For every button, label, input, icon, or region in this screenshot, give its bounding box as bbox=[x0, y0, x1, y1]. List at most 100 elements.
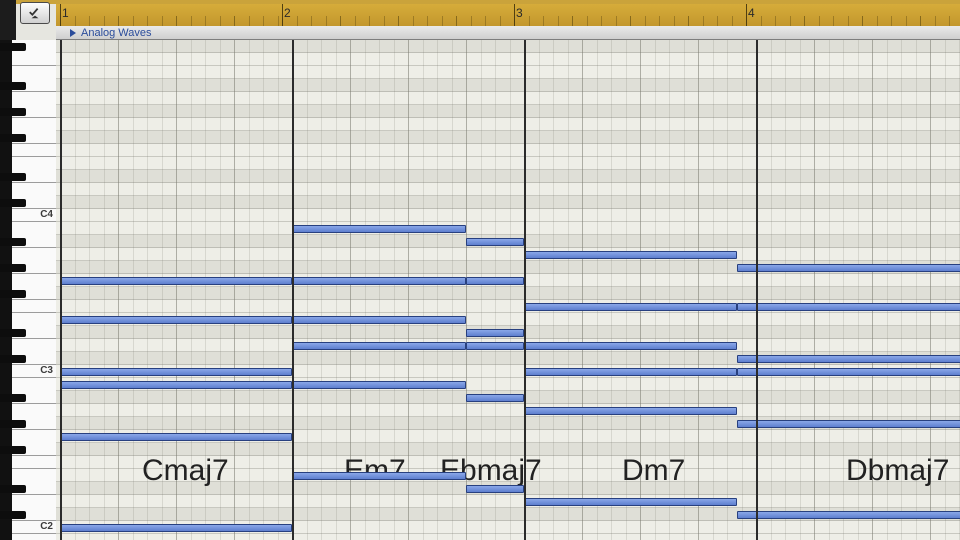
midi-note[interactable] bbox=[60, 524, 292, 532]
black-key[interactable] bbox=[0, 394, 26, 402]
grid-row bbox=[56, 118, 960, 131]
gridline bbox=[785, 40, 786, 540]
black-key[interactable] bbox=[0, 173, 26, 181]
gridline bbox=[118, 40, 119, 540]
piano-roll-grid[interactable]: Cmaj7Em7Ebmaj7Dm7Dbmaj7 bbox=[56, 40, 960, 540]
black-key[interactable] bbox=[0, 108, 26, 116]
black-key[interactable] bbox=[0, 264, 26, 272]
midi-note[interactable] bbox=[466, 238, 524, 246]
midi-note[interactable] bbox=[737, 511, 960, 519]
grid-row bbox=[56, 157, 960, 170]
gridline bbox=[698, 40, 699, 540]
white-key[interactable] bbox=[12, 53, 56, 66]
barline bbox=[524, 40, 526, 540]
gridline bbox=[408, 40, 409, 540]
midi-note[interactable] bbox=[292, 472, 466, 480]
barline bbox=[60, 40, 62, 540]
midi-note[interactable] bbox=[524, 251, 737, 259]
black-key[interactable] bbox=[0, 199, 26, 207]
grid-row bbox=[56, 66, 960, 79]
midi-note[interactable] bbox=[737, 420, 960, 428]
track-header[interactable]: Analog Waves bbox=[56, 26, 960, 40]
corner-dark bbox=[0, 0, 16, 40]
black-key[interactable] bbox=[0, 355, 26, 363]
midi-note[interactable] bbox=[60, 368, 292, 376]
midi-note[interactable] bbox=[60, 316, 292, 324]
midi-note[interactable] bbox=[292, 381, 466, 389]
gridline bbox=[234, 40, 235, 540]
midi-note[interactable] bbox=[737, 303, 960, 311]
grid-row bbox=[56, 92, 960, 105]
midi-note[interactable] bbox=[466, 342, 524, 350]
midi-note[interactable] bbox=[524, 407, 737, 415]
piano-keyboard[interactable]: C4C3C2C1 bbox=[0, 40, 57, 540]
editor-menu-button[interactable] bbox=[20, 2, 50, 24]
gridline bbox=[249, 40, 250, 540]
midi-note[interactable] bbox=[524, 303, 737, 311]
bar-number: 4 bbox=[748, 6, 755, 20]
gridline bbox=[611, 40, 612, 540]
midi-note[interactable] bbox=[737, 368, 960, 376]
grid-row bbox=[56, 404, 960, 417]
black-key[interactable] bbox=[0, 238, 26, 246]
white-key[interactable] bbox=[12, 144, 56, 157]
midi-note[interactable] bbox=[466, 485, 524, 493]
chord-label: Dm7 bbox=[622, 454, 685, 488]
gridline bbox=[133, 40, 134, 540]
midi-note[interactable] bbox=[60, 381, 292, 389]
midi-note[interactable] bbox=[292, 225, 466, 233]
check-dropdown-icon bbox=[28, 6, 42, 20]
black-key[interactable] bbox=[0, 82, 26, 90]
bar-number: 3 bbox=[516, 6, 523, 20]
gridline bbox=[582, 40, 583, 540]
midi-note[interactable] bbox=[524, 498, 737, 506]
gridline bbox=[89, 40, 90, 540]
midi-note[interactable] bbox=[60, 277, 292, 285]
midi-note[interactable] bbox=[466, 277, 524, 285]
midi-note[interactable] bbox=[524, 368, 737, 376]
midi-note[interactable] bbox=[60, 433, 292, 441]
gridline bbox=[568, 40, 569, 540]
grid-row bbox=[56, 53, 960, 66]
bar-number: 2 bbox=[284, 6, 291, 20]
timeline-ruler[interactable]: 1234 bbox=[56, 4, 960, 27]
midi-note[interactable] bbox=[737, 264, 960, 272]
grid-row bbox=[56, 40, 960, 53]
white-key[interactable] bbox=[12, 456, 56, 469]
black-key[interactable] bbox=[0, 290, 26, 298]
black-key[interactable] bbox=[0, 329, 26, 337]
gridline bbox=[814, 40, 815, 540]
black-key[interactable] bbox=[0, 511, 26, 519]
midi-note[interactable] bbox=[524, 342, 737, 350]
grid-row bbox=[56, 222, 960, 235]
midi-note[interactable] bbox=[292, 342, 466, 350]
midi-note[interactable] bbox=[466, 329, 524, 337]
octave-label: C3 bbox=[40, 365, 53, 376]
grid-row bbox=[56, 209, 960, 222]
gridline bbox=[843, 40, 844, 540]
midi-note[interactable] bbox=[466, 394, 524, 402]
disclosure-triangle-icon bbox=[70, 29, 76, 37]
grid-row bbox=[56, 105, 960, 118]
black-key[interactable] bbox=[0, 485, 26, 493]
black-key[interactable] bbox=[0, 43, 26, 51]
gridline bbox=[713, 40, 714, 540]
barline bbox=[756, 40, 758, 540]
black-key[interactable] bbox=[0, 446, 26, 454]
grid-row bbox=[56, 131, 960, 144]
track-name-label: Analog Waves bbox=[81, 27, 152, 39]
octave-label: C2 bbox=[40, 521, 53, 532]
midi-note[interactable] bbox=[737, 355, 960, 363]
black-key[interactable] bbox=[0, 134, 26, 142]
grid-row bbox=[56, 144, 960, 157]
gridline bbox=[742, 40, 743, 540]
chord-label: Cmaj7 bbox=[142, 454, 229, 488]
gridline bbox=[307, 40, 308, 540]
gridline bbox=[727, 40, 728, 540]
white-key[interactable] bbox=[12, 300, 56, 313]
gridline bbox=[800, 40, 801, 540]
black-key[interactable] bbox=[0, 420, 26, 428]
grid-row bbox=[56, 248, 960, 261]
midi-note[interactable] bbox=[292, 316, 466, 324]
midi-note[interactable] bbox=[292, 277, 466, 285]
